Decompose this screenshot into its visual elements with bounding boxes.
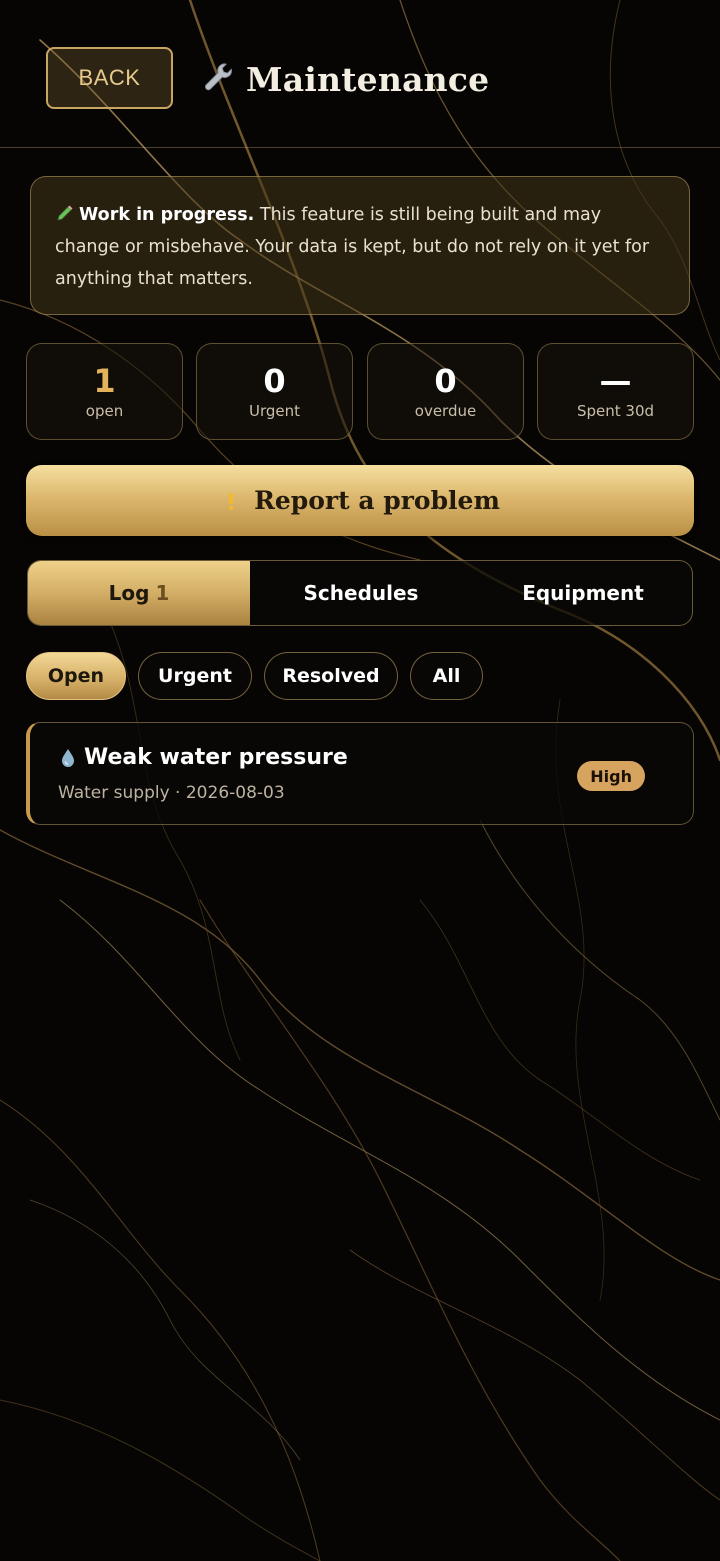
stat-urgent-label: Urgent xyxy=(248,402,301,420)
back-button[interactable]: BACK xyxy=(46,47,173,109)
stat-urgent-value: 0 xyxy=(263,362,286,400)
work-in-progress-notice: Work in progress. This feature is still … xyxy=(30,176,690,315)
tab-equipment[interactable]: Equipment xyxy=(472,561,692,625)
page-title: Maintenance xyxy=(246,59,490,99)
page-header: Maintenance xyxy=(200,52,489,106)
tab-equipment-label: Equipment xyxy=(522,581,644,605)
filter-urgent[interactable]: Urgent xyxy=(138,652,252,700)
list-item[interactable]: Weak water pressure Water supply · 2026-… xyxy=(26,722,694,825)
tab-log[interactable]: Log 1 xyxy=(28,561,250,625)
tab-schedules[interactable]: Schedules xyxy=(250,561,472,625)
issue-title: Weak water pressure xyxy=(84,745,348,770)
stat-overdue-label: overdue xyxy=(414,402,477,420)
tab-log-count: 1 xyxy=(155,581,170,605)
warning-icon xyxy=(228,492,234,510)
stat-open: 1 open xyxy=(26,343,183,440)
droplet-icon xyxy=(62,748,74,767)
stat-spent-label: Spent 30d xyxy=(576,402,655,420)
filter-open[interactable]: Open xyxy=(26,652,126,700)
issue-title-row: Weak water pressure xyxy=(58,745,348,770)
stat-spent-value: — xyxy=(599,362,632,400)
stat-urgent: 0 Urgent xyxy=(196,343,353,440)
header-divider xyxy=(0,147,720,148)
section-tabs: Log 1 Schedules Equipment xyxy=(27,560,693,626)
stat-open-value: 1 xyxy=(93,362,116,400)
filter-all[interactable]: All xyxy=(410,652,483,700)
wrench-icon xyxy=(204,63,232,91)
filter-resolved[interactable]: Resolved xyxy=(264,652,398,700)
notice-heading: Work in progress. xyxy=(79,205,255,225)
stat-overdue: 0 overdue xyxy=(367,343,524,440)
tab-log-label: Log xyxy=(108,581,150,605)
tab-schedules-label: Schedules xyxy=(303,581,419,605)
report-problem-label: Report a problem xyxy=(254,486,500,515)
pencil-icon xyxy=(57,205,73,221)
stat-open-label: open xyxy=(85,402,124,420)
issue-meta: Water supply · 2026-08-03 xyxy=(58,783,285,803)
stat-spent: — Spent 30d xyxy=(537,343,694,440)
report-problem-button[interactable]: Report a problem xyxy=(26,465,694,536)
stat-overdue-value: 0 xyxy=(434,362,457,400)
priority-badge: High xyxy=(577,761,645,791)
